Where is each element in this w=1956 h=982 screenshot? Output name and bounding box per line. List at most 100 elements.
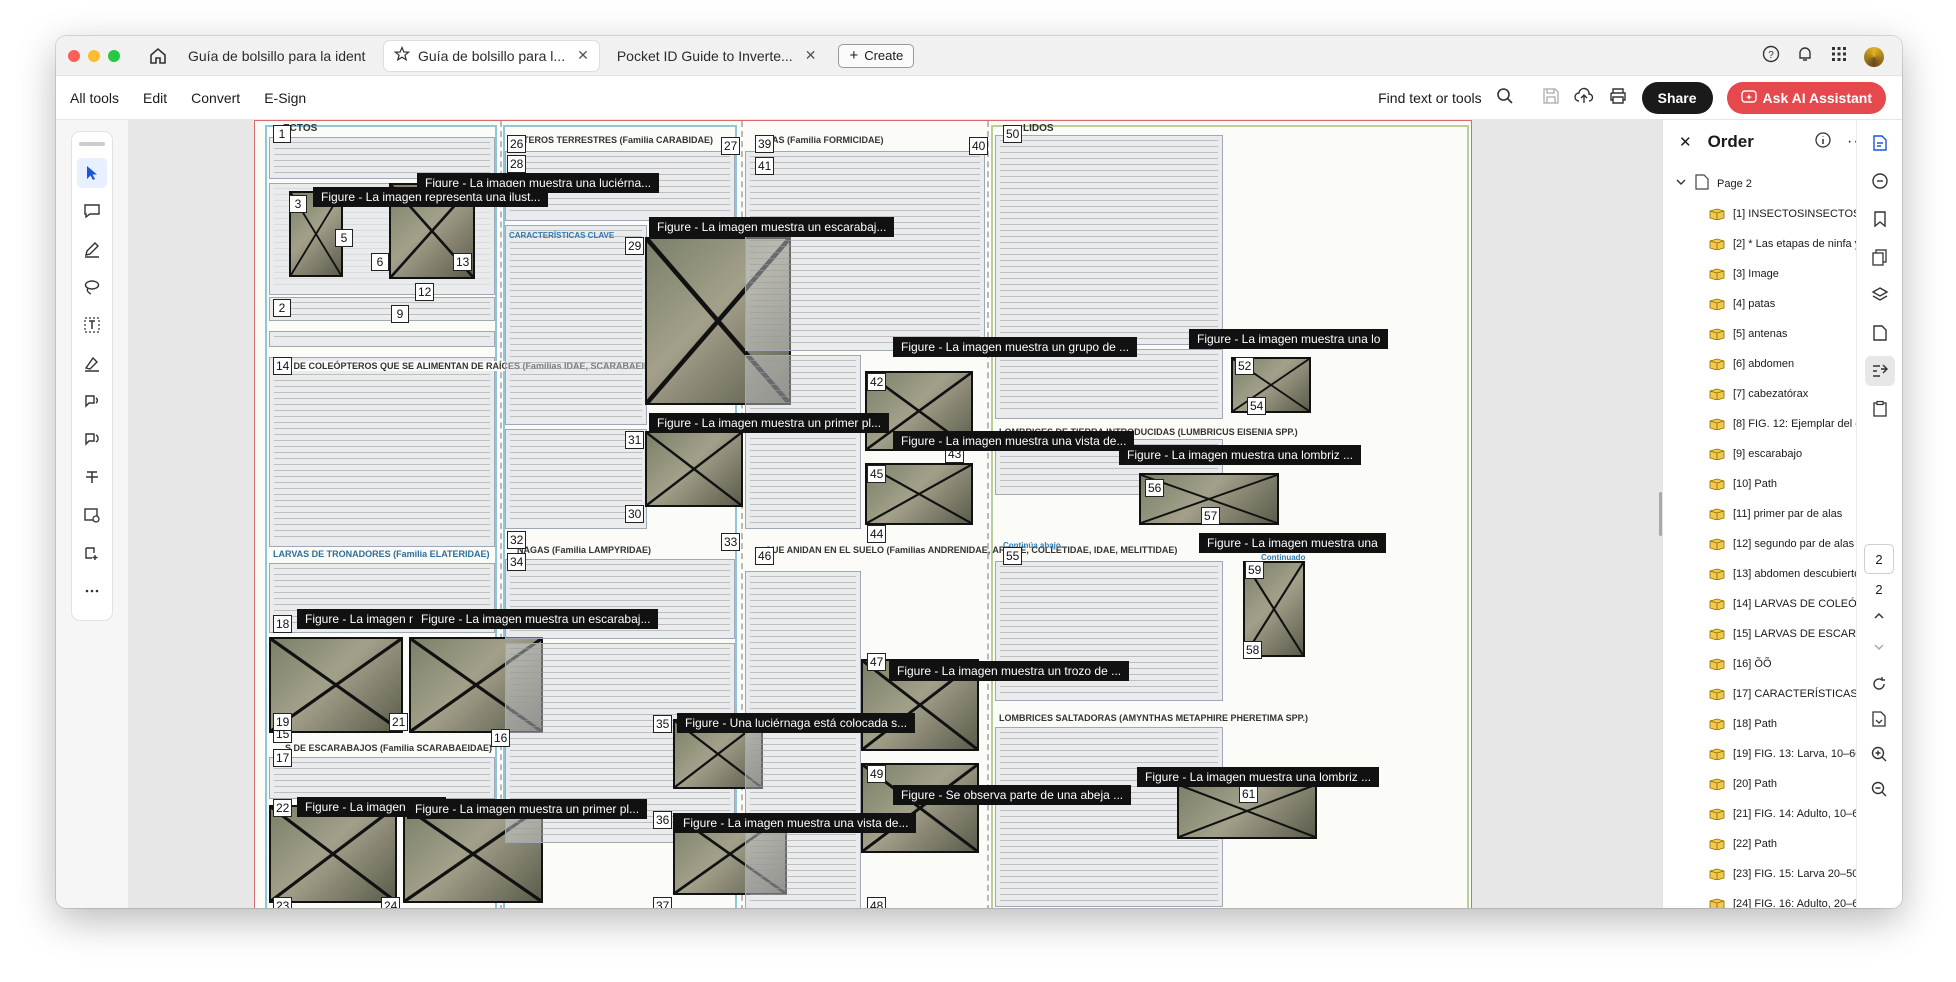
tag-number[interactable]: 36 <box>653 811 673 829</box>
figure-label[interactable]: Figure - La imagen muestra una vista de.… <box>675 813 917 833</box>
tag-number[interactable]: 18 <box>273 615 293 633</box>
tag-number[interactable]: 55 <box>1003 547 1023 565</box>
tag-number[interactable]: 50 <box>1003 125 1023 143</box>
caption[interactable] <box>269 297 495 321</box>
figure-label[interactable]: Figure - La imagen muestra una lombriz .… <box>1137 767 1380 787</box>
document-icon[interactable] <box>1865 318 1895 348</box>
tag-number[interactable]: 13 <box>453 253 473 271</box>
find-text-button[interactable]: Find text or tools <box>1378 90 1482 106</box>
close-icon[interactable]: ✕ <box>577 47 589 64</box>
tag-number[interactable]: 23 <box>273 897 293 908</box>
chevron-down-icon[interactable] <box>1675 176 1687 191</box>
tab-0[interactable]: Guía de bolsillo para la identi... <box>178 41 376 71</box>
tag-number[interactable]: 12 <box>415 283 435 301</box>
document-canvas[interactable]: ECTOS S DE COLEÓPTEROS QUE SE ALIMENTAN … <box>128 120 1662 908</box>
tag-number[interactable]: 49 <box>867 765 887 783</box>
tab-2[interactable]: Pocket ID Guide to Inverte... ✕ <box>607 41 827 71</box>
tag-number[interactable]: 5 <box>335 229 353 247</box>
tag-number[interactable]: 19 <box>273 713 293 731</box>
menu-convert[interactable]: Convert <box>191 90 240 106</box>
extract-page-icon[interactable] <box>1870 710 1888 733</box>
pen-icon[interactable] <box>77 234 107 264</box>
tag-number[interactable]: 45 <box>867 465 887 483</box>
figure-label[interactable]: Figure - La imagen muestra un grupo de .… <box>893 337 1138 357</box>
create-button[interactable]: + Create <box>838 43 915 68</box>
tag-number[interactable]: 1 <box>273 125 291 143</box>
figure-label[interactable]: Figure - La imagen muestra una lo <box>1189 329 1389 349</box>
text-block[interactable] <box>269 357 495 547</box>
menu-edit[interactable]: Edit <box>143 90 167 106</box>
current-page-input[interactable]: 2 <box>1864 544 1894 574</box>
tab-1[interactable]: Guía de bolsillo para l... ✕ <box>384 40 599 71</box>
tag-number[interactable]: 26 <box>507 135 527 153</box>
clipboard-icon[interactable] <box>1865 394 1895 424</box>
pdf-page[interactable]: ECTOS S DE COLEÓPTEROS QUE SE ALIMENTAN … <box>254 120 1472 908</box>
tag-number[interactable]: 31 <box>625 431 645 449</box>
layers-icon[interactable] <box>1865 280 1895 310</box>
tag-number[interactable]: 30 <box>625 505 645 523</box>
pages-icon[interactable] <box>1865 242 1895 272</box>
close-icon[interactable]: ✕ <box>805 47 817 64</box>
edit-pdf-icon[interactable] <box>1865 128 1895 158</box>
tag-number[interactable]: 14 <box>273 357 293 375</box>
star-icon[interactable] <box>393 45 411 65</box>
tag-number[interactable]: 24 <box>381 897 401 908</box>
zoom-in-icon[interactable] <box>1870 745 1888 768</box>
tag-number[interactable]: 9 <box>391 305 409 323</box>
tag-number[interactable]: 35 <box>653 715 673 733</box>
chevron-up-icon[interactable] <box>1872 609 1886 628</box>
attach-icon[interactable] <box>77 538 107 568</box>
tag-number[interactable]: 56 <box>1145 479 1165 497</box>
order-tags-icon[interactable] <box>1864 356 1895 386</box>
ask-ai-assistant-button[interactable]: Ask AI Assistant <box>1726 82 1886 114</box>
figure-label[interactable]: Figure - La imagen muestra un escarabaj.… <box>413 609 659 629</box>
tag-number[interactable]: 46 <box>755 547 775 565</box>
figure-label[interactable]: Figure - La imagen muestra una <box>1199 533 1386 553</box>
print-icon[interactable] <box>1608 87 1628 110</box>
text-block[interactable] <box>745 355 861 529</box>
text-block[interactable] <box>745 571 861 908</box>
tag-number[interactable]: 33 <box>721 533 741 551</box>
tag-number[interactable]: 6 <box>371 253 389 271</box>
save-icon[interactable] <box>1542 87 1560 110</box>
tag-number[interactable]: 40 <box>969 137 989 155</box>
tag-number[interactable]: 27 <box>721 137 741 155</box>
tag-number[interactable]: 21 <box>389 713 409 731</box>
tag-number[interactable]: 28 <box>507 155 527 173</box>
comment-icon[interactable] <box>77 196 107 226</box>
tag-number[interactable]: 52 <box>1235 357 1255 375</box>
figure-label[interactable]: Figure - La imagen muestra un trozo de .… <box>889 661 1130 681</box>
bell-icon[interactable] <box>1796 45 1814 68</box>
read-aloud-icon[interactable] <box>77 386 107 416</box>
text-block[interactable] <box>505 225 647 425</box>
figure-label[interactable]: Figure - Se observa parte de una abeja .… <box>893 785 1132 805</box>
close-window-button[interactable] <box>68 49 80 62</box>
chevron-down-icon[interactable] <box>1872 640 1886 659</box>
help-icon[interactable]: ? <box>1762 45 1780 68</box>
tag-number[interactable]: 42 <box>867 373 887 391</box>
strikethrough-icon[interactable] <box>77 462 107 492</box>
home-icon[interactable] <box>146 44 170 68</box>
tag-number[interactable]: 29 <box>625 237 645 255</box>
tag-number[interactable]: 48 <box>867 897 887 908</box>
figure-image[interactable] <box>269 805 397 903</box>
apps-grid-icon[interactable] <box>1830 45 1848 68</box>
fill-sign-icon[interactable] <box>77 348 107 378</box>
tag-number[interactable]: 61 <box>1239 785 1259 803</box>
stamp-icon[interactable] <box>77 500 107 530</box>
text-select-icon[interactable] <box>77 310 107 340</box>
minimize-window-button[interactable] <box>88 49 100 62</box>
comments-icon[interactable] <box>1865 166 1895 196</box>
tag-number[interactable]: 34 <box>507 553 527 571</box>
figure-label[interactable]: Figure - La imagen muestra una vista de.… <box>893 431 1135 451</box>
figure-label[interactable]: Figure - La imagen muestra un primer pl.… <box>407 799 648 819</box>
tag-number[interactable]: 44 <box>867 525 887 543</box>
tag-number[interactable]: 57 <box>1201 507 1221 525</box>
text-block[interactable] <box>269 757 495 799</box>
menu-all-tools[interactable]: All tools <box>70 90 119 106</box>
text-block[interactable] <box>745 151 985 351</box>
audio-comment-icon[interactable] <box>77 424 107 454</box>
toolbar-grip[interactable] <box>79 142 105 146</box>
tag-number[interactable]: 17 <box>273 749 293 767</box>
text-block[interactable] <box>995 135 1223 345</box>
